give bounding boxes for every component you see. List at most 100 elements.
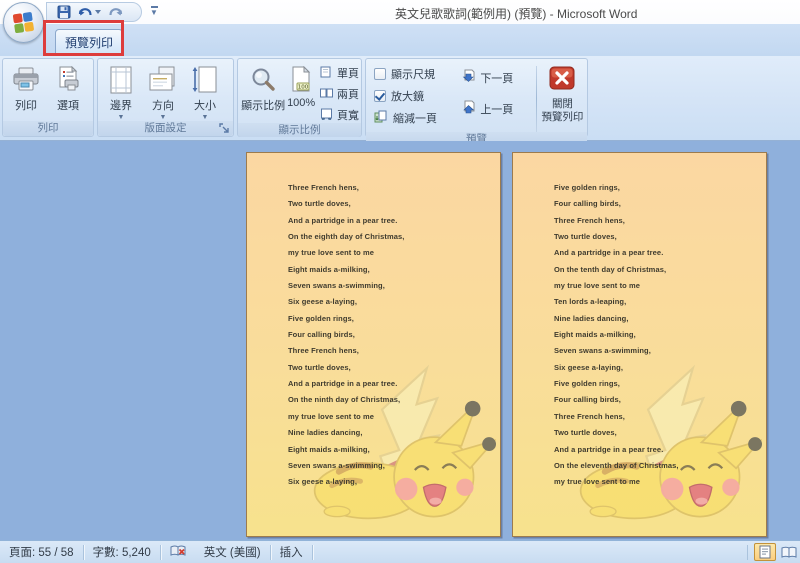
document-line: Six geese a-laying, (288, 477, 358, 487)
document-line: Four calling birds, (288, 330, 355, 340)
zoom-100-icon: 100 (289, 64, 313, 96)
proofing-status-icon[interactable] (161, 544, 195, 560)
size-button[interactable]: 大小 ▼ (184, 62, 226, 121)
options-button[interactable]: 選項 (47, 62, 89, 113)
shrink-one-page-button[interactable]: 縮減一頁 (374, 110, 460, 126)
group-preview: 顯示尺規 放大鏡 縮減一頁 下一頁 上一頁 關閉 預覽列印 預覽 (365, 58, 588, 146)
window-title: 英文兒歌歌詞(範例用) (預覽) - Microsoft Word (395, 7, 638, 21)
word-count-status[interactable]: 字數: 5,240 (84, 544, 160, 560)
ribbon: 列印 選項 列印 邊界 ▼ 方向 ▼ 大小 ▼ 版面設定 顯示比例 100 10… (0, 56, 800, 146)
document-line: Two turtle doves, (288, 199, 351, 209)
redo-icon[interactable] (108, 6, 123, 19)
print-button[interactable]: 列印 (5, 62, 47, 113)
page-width-button[interactable]: 頁寬 (320, 107, 359, 123)
margins-label: 邊界 (110, 100, 132, 112)
one-page-icon (320, 66, 333, 81)
close-preview-icon (549, 66, 575, 95)
magnifier-checkbox[interactable]: 放大鏡 (374, 88, 460, 104)
magnifier-label: 放大鏡 (391, 91, 424, 103)
page-width-label: 頁寬 (337, 110, 359, 122)
page-number-status[interactable]: 頁面: 55 / 58 (0, 544, 83, 560)
document-line: Eight maids a-milking, (288, 444, 370, 454)
close-print-preview-button[interactable]: 關閉 預覽列印 (540, 62, 585, 123)
size-label: 大小 (194, 100, 216, 112)
prev-page-button[interactable]: 上一頁 (462, 100, 535, 117)
options-label: 選項 (57, 100, 79, 112)
document-line: On the tenth day of Christmas, (554, 264, 667, 274)
document-line: On the ninth day of Christmas, (288, 395, 401, 405)
document-line: Two turtle doves, (288, 362, 351, 372)
next-page-button[interactable]: 下一頁 (462, 69, 535, 86)
group-page-setup: 邊界 ▼ 方向 ▼ 大小 ▼ 版面設定 (97, 58, 234, 137)
document-line: my true love sent to me (288, 248, 375, 258)
group-print: 列印 選項 列印 (2, 58, 94, 137)
document-line: my true love sent to me (288, 411, 375, 421)
print-layout-view-button[interactable] (754, 543, 776, 561)
two-pages-button[interactable]: 兩頁 (320, 86, 359, 102)
checkmark-icon (374, 90, 386, 101)
zoom-100-button[interactable]: 100 100% (286, 62, 316, 109)
document-line: Five golden rings, (554, 183, 620, 192)
document-line: Seven swans a-swimming, (288, 281, 385, 291)
dialog-launcher-icon[interactable] (218, 122, 231, 135)
document-line: Seven swans a-swimming, (288, 460, 385, 470)
document-line: Five golden rings, (288, 313, 354, 323)
zoom-label: 顯示比例 (241, 100, 286, 112)
document-line: Nine ladies dancing, (554, 313, 629, 323)
document-line: Nine ladies dancing, (288, 428, 363, 438)
preview-page-2[interactable]: Five golden rings, Four calling birds, Thr… (512, 152, 767, 537)
page-2-text: Five golden rings, Four calling birds, Thr… (513, 153, 766, 491)
group-label-print: 列印 (3, 121, 93, 136)
office-button[interactable] (3, 2, 44, 43)
show-ruler-checkbox[interactable]: 顯示尺規 (374, 66, 460, 82)
preview-page-1[interactable]: Three French hens, Two turtle doves, And a… (246, 152, 501, 537)
full-screen-reading-view-button[interactable] (778, 543, 800, 561)
orientation-icon (148, 64, 178, 96)
two-pages-label: 兩頁 (337, 89, 359, 101)
insert-mode-status[interactable]: 插入 (271, 544, 312, 560)
language-status[interactable]: 英文 (美國) (195, 544, 270, 560)
document-line: my true love sent to me (554, 281, 641, 291)
shrink-one-page-icon (374, 110, 388, 126)
orientation-button[interactable]: 方向 ▼ (142, 62, 184, 121)
prev-page-icon (462, 100, 476, 117)
next-page-label: 下一頁 (480, 72, 514, 85)
zoom-button[interactable]: 顯示比例 (240, 62, 286, 113)
document-line: And a partridge in a pear tree. (288, 379, 398, 389)
checkbox-unchecked-icon (374, 68, 386, 80)
customize-qat-icon[interactable]: ▼ (148, 6, 160, 18)
one-page-button[interactable]: 單頁 (320, 65, 359, 81)
office-logo-icon (12, 11, 36, 35)
document-line: Six geese a-laying, (554, 362, 624, 372)
document-line: Four calling birds, (554, 199, 621, 209)
document-line: Three French hens, (554, 411, 625, 421)
group-label-page-setup: 版面設定 (98, 121, 233, 136)
group-label-zoom: 顯示比例 (238, 123, 361, 137)
page-size-icon (192, 64, 218, 96)
show-ruler-label: 顯示尺規 (391, 69, 435, 81)
document-line: Five golden rings, (554, 379, 620, 389)
view-shortcuts (747, 543, 800, 561)
orientation-label: 方向 (152, 100, 174, 112)
document-line: Eight maids a-milking, (554, 330, 636, 340)
margins-button[interactable]: 邊界 ▼ (100, 62, 142, 121)
document-line: Two turtle doves, (554, 428, 617, 438)
prev-page-label: 上一頁 (480, 103, 514, 116)
two-pages-icon (320, 87, 333, 102)
close-preview-label: 關閉 預覽列印 (541, 98, 584, 123)
print-preview-canvas: Three French hens, Two turtle doves, And a… (0, 141, 800, 540)
svg-text:100: 100 (298, 85, 309, 91)
status-divider (747, 544, 748, 560)
annotation-highlight-box (43, 20, 124, 56)
page-1-text: Three French hens, Two turtle doves, And a… (247, 153, 500, 491)
undo-icon[interactable] (78, 6, 101, 19)
status-divider (311, 544, 313, 560)
shrink-one-page-label: 縮減一頁 (393, 113, 437, 125)
document-line: On the eighth day of Christmas, (288, 232, 405, 242)
document-line: Four calling birds, (554, 395, 621, 405)
save-icon[interactable] (57, 5, 71, 19)
document-line: Three French hens, (288, 346, 359, 356)
status-bar: 頁面: 55 / 58 字數: 5,240 英文 (美國) 插入 (0, 540, 800, 563)
document-line: And a partridge in a pear tree. (288, 215, 398, 225)
document-line: Seven swans a-swimming, (554, 346, 651, 356)
